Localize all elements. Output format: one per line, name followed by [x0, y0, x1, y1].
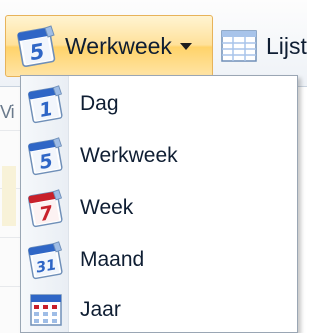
- list-view-label: Lijst: [266, 32, 307, 59]
- menu-item-label: Week: [80, 196, 134, 219]
- calendar-workweek-icon: 5: [15, 24, 59, 68]
- calendar-week-icon: 7: [26, 188, 66, 228]
- background-text-fragment: Vi: [0, 102, 15, 122]
- calendar-year-icon: [26, 290, 66, 330]
- view-dropdown-menu: 1 Dag 5 Werkweek 7 Week 31 Maand Jaar: [20, 75, 298, 333]
- list-grid-icon: [220, 27, 258, 65]
- calendar-month-icon: 31: [26, 240, 66, 280]
- menu-item-year[interactable]: Jaar: [22, 286, 298, 333]
- menu-item-label: Dag: [80, 92, 119, 115]
- menu-item-week[interactable]: 7 Week: [22, 184, 298, 232]
- menu-item-label: Werkweek: [80, 144, 178, 167]
- menu-item-label: Jaar: [80, 298, 121, 321]
- calendar-day-icon: 1: [26, 84, 66, 124]
- menu-item-workweek[interactable]: 5 Werkweek: [22, 132, 298, 180]
- list-view-button[interactable]: Lijst: [216, 15, 307, 77]
- background-appointment-fragment: [2, 166, 16, 226]
- menu-item-day[interactable]: 1 Dag: [22, 80, 298, 128]
- menu-item-label: Maand: [80, 248, 145, 271]
- chevron-down-icon[interactable]: [179, 42, 192, 50]
- menu-item-month[interactable]: 31 Maand: [22, 236, 298, 284]
- view-selector-label: Werkweek: [65, 32, 172, 59]
- calendar-workweek-icon: 5: [26, 136, 66, 176]
- view-selector-button[interactable]: 5 Werkweek: [5, 15, 213, 77]
